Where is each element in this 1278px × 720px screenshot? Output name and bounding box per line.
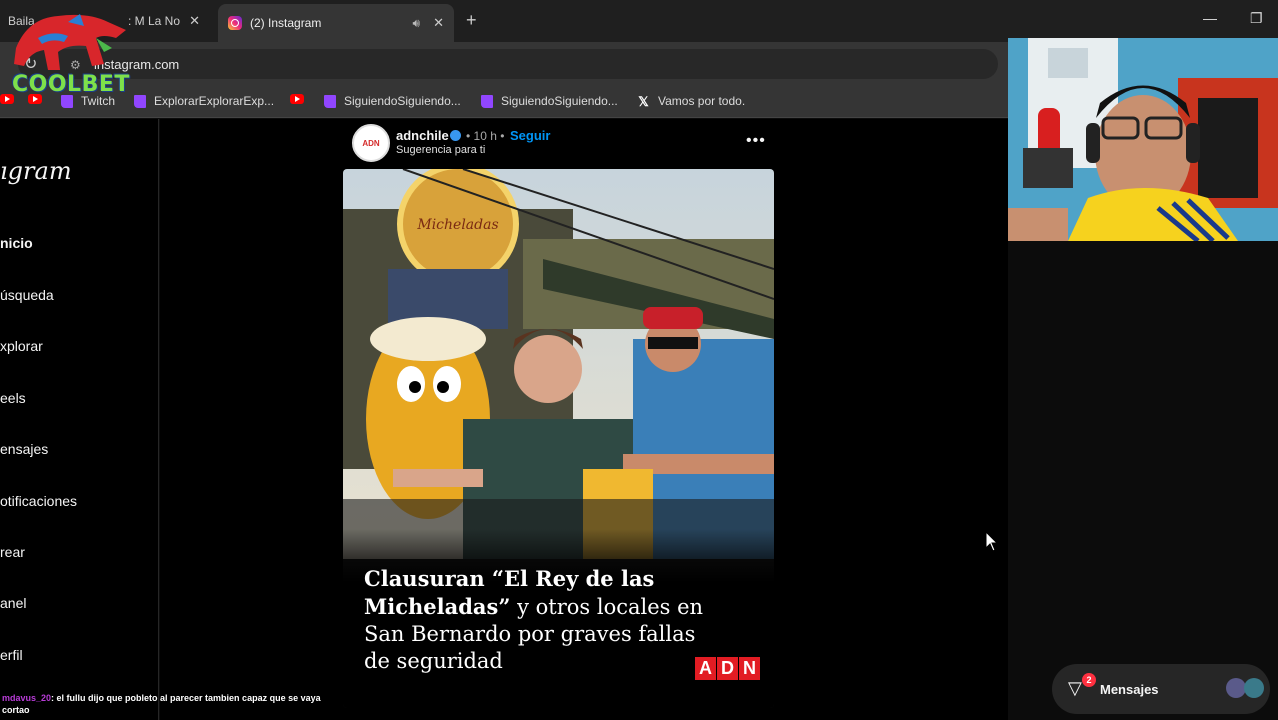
post-headline: Clausuran “El Rey de las Micheladas” y o… [364,565,724,675]
restore-button[interactable]: ❐ [1250,10,1263,27]
tab-title: (2) Instagram [250,16,322,30]
twitch-icon [481,94,493,108]
sidebar-item-perfil[interactable]: erfil [0,647,23,663]
sidebar-item-busqueda[interactable]: úsqueda [0,287,54,303]
webcam-overlay [1008,38,1278,241]
tab-title: : M La No [128,14,181,28]
post-photo: Micheladas [343,169,774,559]
twitch-icon [134,94,146,108]
bookmark-item[interactable]: SiguiendoSiguiendo... [324,94,461,108]
messages-label: Mensajes [1100,682,1159,697]
new-tab-button[interactable]: + [466,10,477,31]
bookmark-item[interactable]: 𝕏 Vamos por todo. [637,94,745,108]
avatar[interactable]: ADN [352,124,390,162]
bookmark-label: ExplorarExplorarExp... [154,94,275,108]
post-media[interactable]: Micheladas Clausuran “El Rey de las Mich… [343,169,774,708]
sidebar-item-mensajes[interactable]: ensajes [0,441,48,457]
badge-letter: N [739,657,760,680]
instagram-icon [228,16,242,30]
instagram-sidebar [0,119,159,720]
bookmark-label: Vamos por todo. [658,94,746,108]
post-author[interactable]: adnchile [396,128,449,143]
youtube-icon [290,94,304,104]
bookmark-item[interactable]: SiguiendoSiguiendo... [481,94,618,108]
bookmark-youtube[interactable] [290,94,310,104]
badge-letter: A [695,657,716,680]
sign-text: Micheladas [416,217,498,233]
sidebar-item-reels[interactable]: eels [0,390,26,406]
speaker-icon[interactable]: 🔊︎ [412,16,420,31]
stream-chat-message: mdavus_20: el fullu dijo que pobleto al … [2,692,332,716]
avatar [1226,678,1246,698]
screen: Baila : M La No ✕ (2) Instagram 🔊︎ ✕ + —… [0,0,1278,720]
bookmark-label: SiguiendoSiguiendo... [344,94,461,108]
sidebar-item-notificaciones[interactable]: otificaciones [0,493,77,509]
send-icon: ▽ [1068,678,1082,698]
badge-letter: D [717,657,738,680]
bookmark-label: SiguiendoSiguiendo... [501,94,618,108]
verified-icon [450,130,461,141]
avatar [1244,678,1264,698]
sidebar-item-crear[interactable]: rear [0,544,25,560]
messages-badge: 2 [1082,673,1096,687]
sidebar-item-inicio[interactable]: nicio [0,235,33,251]
post-time: • 10 h • [466,129,505,143]
twitch-icon [324,94,336,108]
close-icon[interactable]: ✕ [189,13,200,29]
more-options-icon[interactable]: ••• [746,132,766,150]
close-icon[interactable]: ✕ [433,15,444,31]
post-subtitle: Sugerencia para ti [396,144,486,156]
mouse-cursor-icon [985,531,999,552]
browser-tab-active[interactable]: (2) Instagram 🔊︎ ✕ [218,4,454,42]
sidebar-item-explorar[interactable]: xplorar [0,338,43,354]
instagram-logo[interactable]: ıgram [0,157,72,185]
minimize-button[interactable]: — [1203,10,1217,26]
chat-username: mdavus_20 [2,693,52,703]
bookmark-item[interactable]: ExplorarExplorarExp... [134,94,274,108]
follow-button[interactable]: Seguir [510,128,550,143]
adn-badge: A D N [695,657,761,680]
coolbet-wordmark: COOLBET [12,72,130,97]
x-icon: 𝕏 [638,93,649,109]
sidebar-item-panel[interactable]: anel [0,595,26,611]
